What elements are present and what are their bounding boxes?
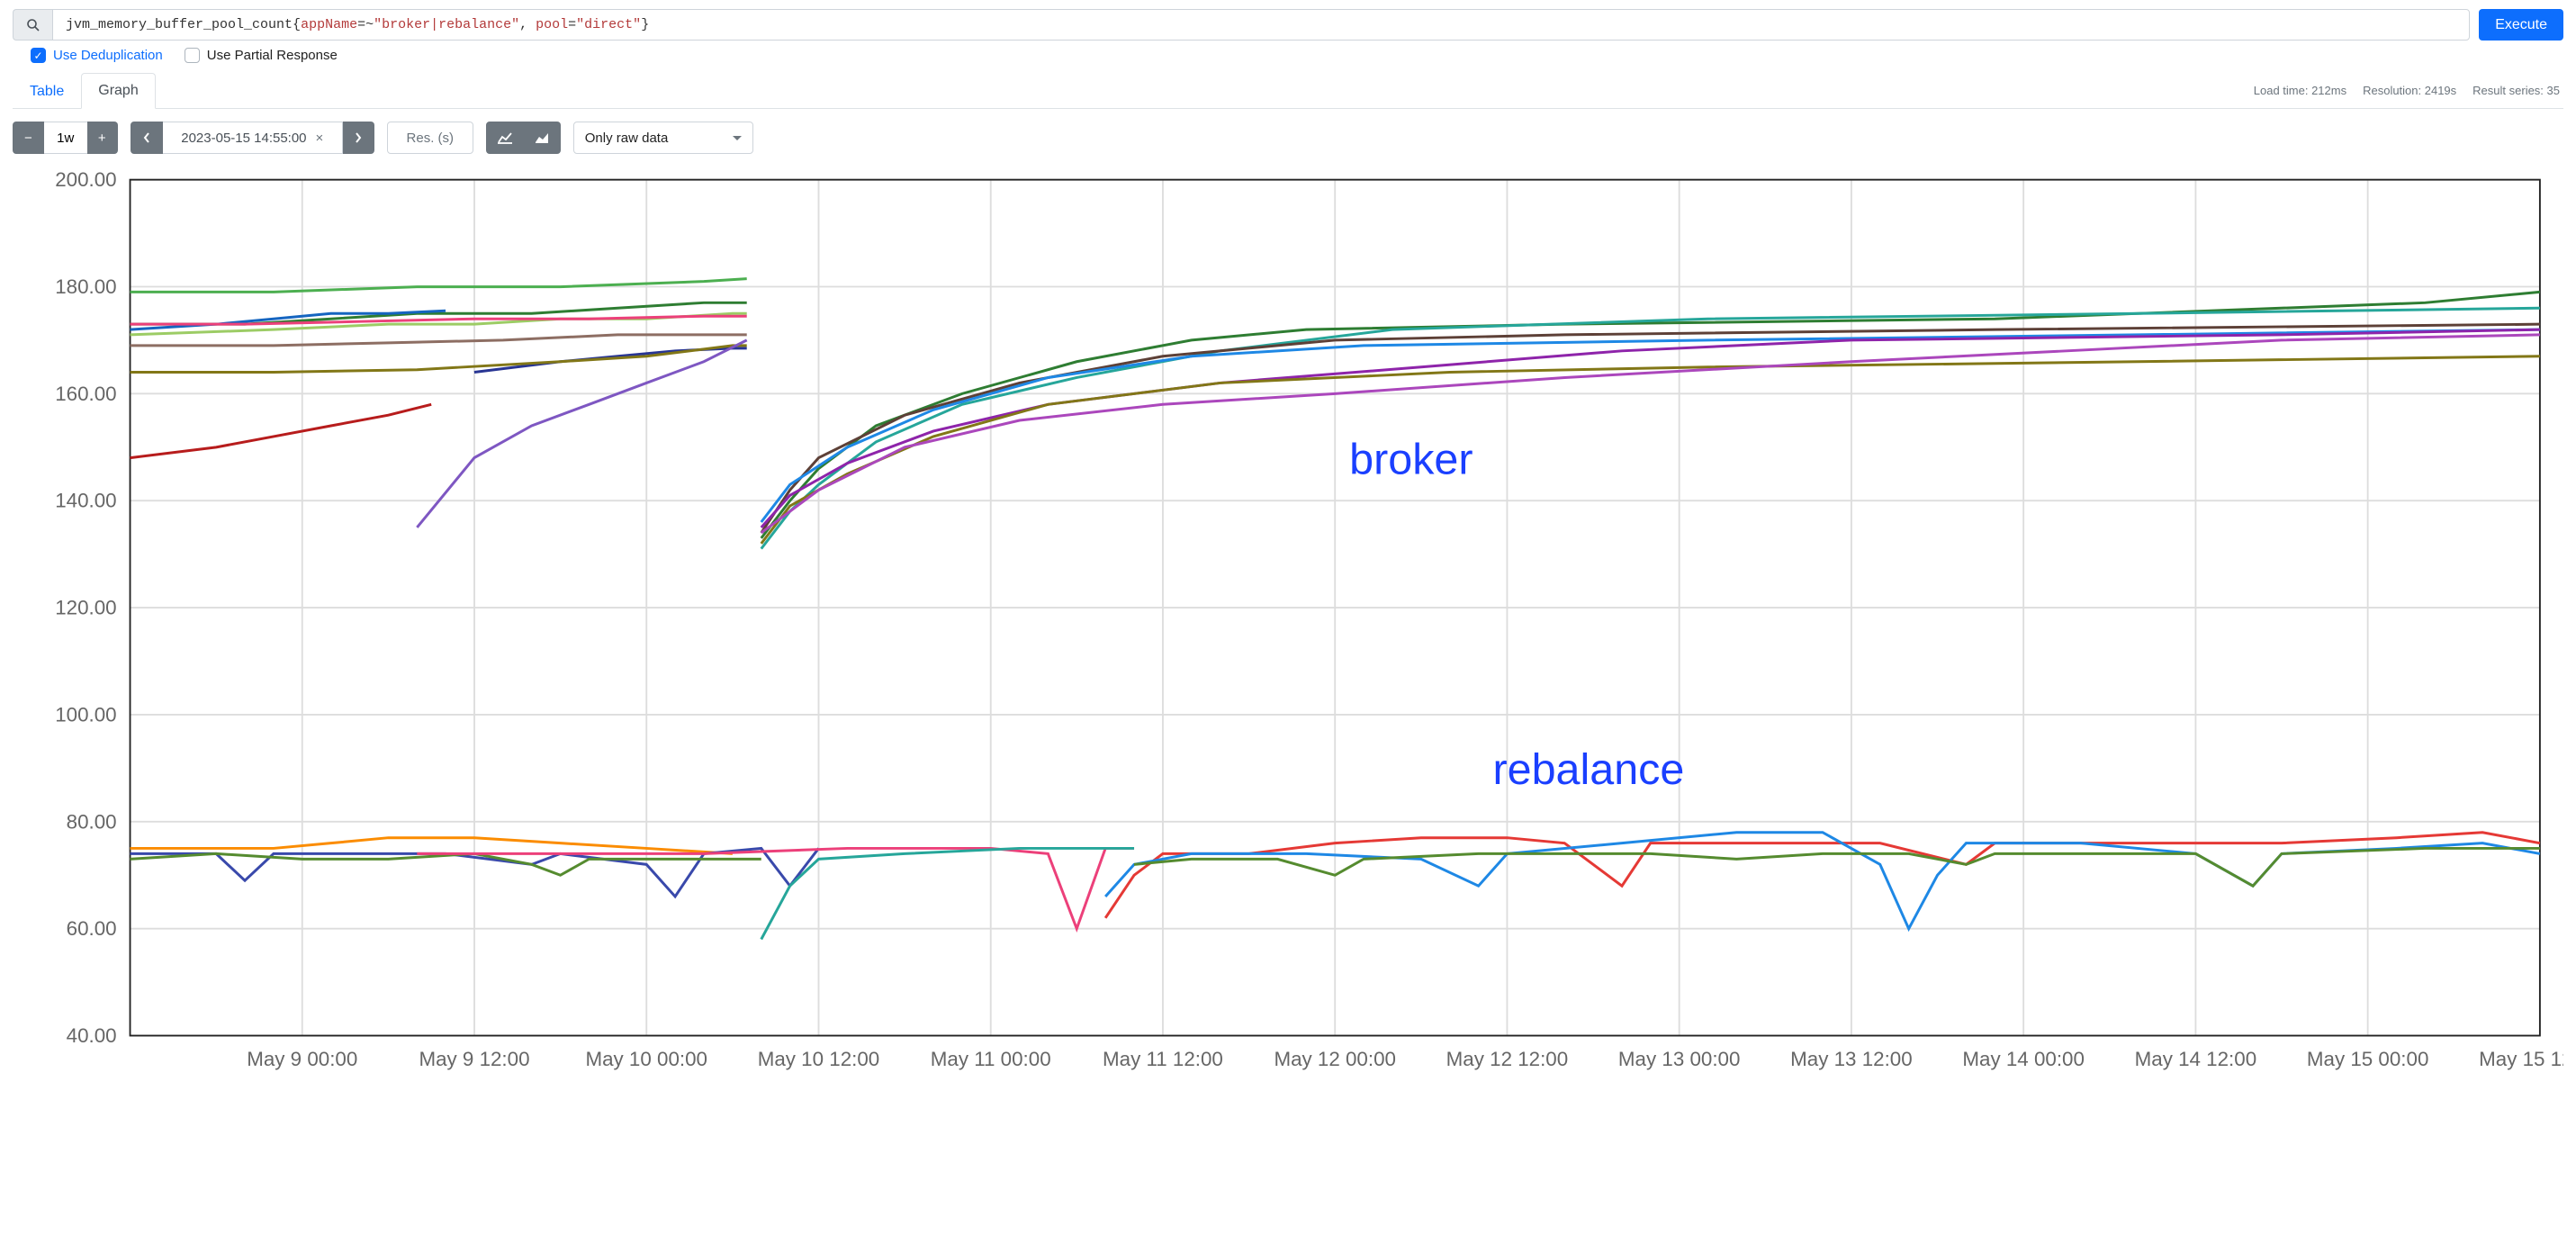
- svg-text:180.00: 180.00: [55, 275, 116, 298]
- svg-text:100.00: 100.00: [55, 703, 116, 726]
- svg-text:May 12 00:00: May 12 00:00: [1274, 1048, 1395, 1070]
- svg-text:May 13 12:00: May 13 12:00: [1790, 1048, 1913, 1070]
- svg-text:May 11 00:00: May 11 00:00: [931, 1048, 1051, 1070]
- use-deduplication-checkbox[interactable]: ✓ Use Deduplication: [31, 48, 163, 63]
- timestamp-value: 2023-05-15 14:55:00: [181, 131, 306, 146]
- search-icon: [26, 18, 41, 32]
- svg-text:May 14 00:00: May 14 00:00: [1962, 1048, 2085, 1070]
- svg-text:May 10 00:00: May 10 00:00: [585, 1048, 707, 1070]
- time-prev-button[interactable]: [131, 122, 163, 154]
- resolution-input[interactable]: [387, 122, 473, 154]
- query-input[interactable]: jvm_memory_buffer_pool_count{appName=~"b…: [52, 9, 2470, 41]
- chevron-right-icon: [354, 131, 363, 144]
- svg-text:May 10 12:00: May 10 12:00: [758, 1048, 880, 1070]
- chart-mode-toggle: [486, 122, 561, 154]
- svg-text:May 9 12:00: May 9 12:00: [419, 1048, 529, 1070]
- svg-text:80.00: 80.00: [67, 810, 117, 833]
- execute-button[interactable]: Execute: [2479, 9, 2563, 41]
- meta-result-series: Result series: 35: [2472, 84, 2560, 97]
- data-source-value: Only raw data: [585, 131, 669, 146]
- svg-text:140.00: 140.00: [55, 490, 116, 512]
- line-chart-mode-button[interactable]: [486, 122, 524, 154]
- use-partial-response-label: Use Partial Response: [207, 48, 338, 63]
- svg-text:May 12 12:00: May 12 12:00: [1446, 1048, 1569, 1070]
- area-chart-icon: [535, 131, 549, 144]
- use-partial-response-checkbox[interactable]: Use Partial Response: [185, 48, 338, 63]
- chart-area[interactable]: 40.00 60.00 80.00 100.00 120.00 140.00 160.00 1…: [13, 163, 2563, 1086]
- svg-text:May 13 00:00: May 13 00:00: [1618, 1048, 1741, 1070]
- range-increase-button[interactable]: +: [87, 122, 118, 154]
- check-icon: ✓: [31, 48, 46, 63]
- range-input[interactable]: [44, 122, 87, 154]
- timestamp-input[interactable]: 2023-05-15 14:55:00 ×: [163, 122, 343, 154]
- use-deduplication-label: Use Deduplication: [53, 48, 163, 63]
- svg-text:May 15 00:00: May 15 00:00: [2307, 1048, 2429, 1070]
- meta-load-time: Load time: 212ms: [2254, 84, 2346, 97]
- check-icon: [185, 48, 200, 63]
- time-next-button[interactable]: [343, 122, 374, 154]
- svg-text:May 14 12:00: May 14 12:00: [2135, 1048, 2257, 1070]
- range-stepper: − +: [13, 122, 118, 154]
- svg-text:120.00: 120.00: [55, 597, 116, 619]
- svg-text:broker: broker: [1349, 436, 1473, 484]
- svg-text:60.00: 60.00: [67, 917, 117, 940]
- svg-text:May 15 12:00: May 15 12:00: [2479, 1048, 2563, 1070]
- area-chart-mode-button[interactable]: [524, 122, 561, 154]
- range-decrease-button[interactable]: −: [13, 122, 44, 154]
- svg-text:rebalance: rebalance: [1493, 745, 1685, 794]
- chevron-left-icon: [142, 131, 151, 144]
- svg-text:160.00: 160.00: [55, 383, 116, 405]
- svg-text:May 11 12:00: May 11 12:00: [1103, 1048, 1223, 1070]
- data-source-select[interactable]: Only raw data: [573, 122, 753, 154]
- tab-table[interactable]: Table: [13, 74, 81, 109]
- clear-timestamp-button[interactable]: ×: [316, 131, 324, 146]
- chart-svg: 40.00 60.00 80.00 100.00 120.00 140.00 160.00 1…: [13, 163, 2563, 1086]
- meta-resolution: Resolution: 2419s: [2363, 84, 2456, 97]
- svg-text:40.00: 40.00: [67, 1024, 117, 1047]
- plus-icon: +: [98, 131, 106, 146]
- line-chart-icon: [498, 131, 512, 144]
- minus-icon: −: [24, 131, 32, 146]
- svg-text:May 9 00:00: May 9 00:00: [247, 1048, 357, 1070]
- time-navigator: 2023-05-15 14:55:00 ×: [131, 122, 374, 154]
- query-expand-button[interactable]: [13, 9, 52, 41]
- query-metric: jvm_memory_buffer_pool_count: [66, 17, 293, 32]
- tab-graph[interactable]: Graph: [81, 73, 155, 109]
- svg-text:200.00: 200.00: [55, 168, 116, 191]
